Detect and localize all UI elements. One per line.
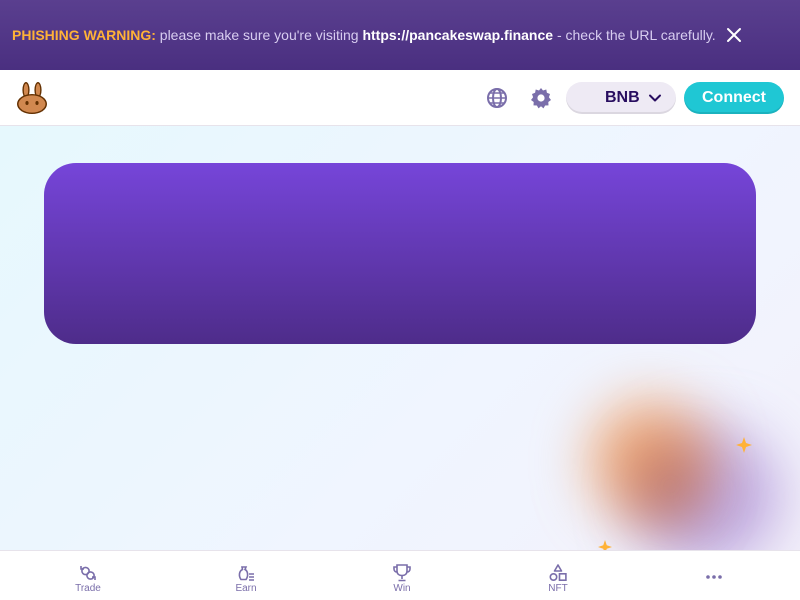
bottom-nav-earn[interactable]: Earn [196,551,296,600]
bunny-logo-icon[interactable] [14,80,50,116]
sparkle-icon [598,540,612,550]
connect-wallet-button[interactable]: Connect [684,82,784,114]
bottom-nav: Trade Earn Win NFT [0,550,800,600]
main-content [0,126,800,550]
warning-text-before: please make sure you're visiting [155,27,363,43]
phishing-warning-bar: PHISHING WARNING: please make sure you'r… [0,0,800,70]
trophy-icon [393,564,411,582]
network-selector-button[interactable]: BNB [566,82,676,114]
top-navbar: BNB Connect [0,70,800,126]
bottom-nav-more[interactable] [664,551,764,600]
globe-icon[interactable] [485,86,509,110]
bottom-nav-win[interactable]: Win [352,551,452,600]
bottom-nav-label: Win [393,583,411,594]
more-icon [706,575,722,579]
warning-url: https://pancakeswap.finance [362,27,554,43]
earn-icon [238,566,254,581]
bottom-nav-label: NFT [548,583,568,594]
chevron-down-icon [649,94,661,102]
close-icon[interactable] [722,23,746,47]
promo-banner[interactable] [44,163,756,344]
warning-message: PHISHING WARNING: please make sure you'r… [12,27,716,43]
bottom-nav-trade[interactable]: Trade [38,551,138,600]
bottom-nav-label: Trade [75,583,101,594]
gear-icon[interactable] [529,86,553,110]
trade-icon [80,566,96,580]
decorative-blob [640,451,700,521]
network-label: BNB [605,89,640,106]
warning-text-after: - check the URL carefully. [553,27,716,43]
nft-icon [549,564,567,582]
sparkle-icon [736,437,752,453]
bottom-nav-label: Earn [235,583,257,594]
warning-label: PHISHING WARNING: [12,27,156,43]
bottom-nav-nft[interactable]: NFT [508,551,608,600]
